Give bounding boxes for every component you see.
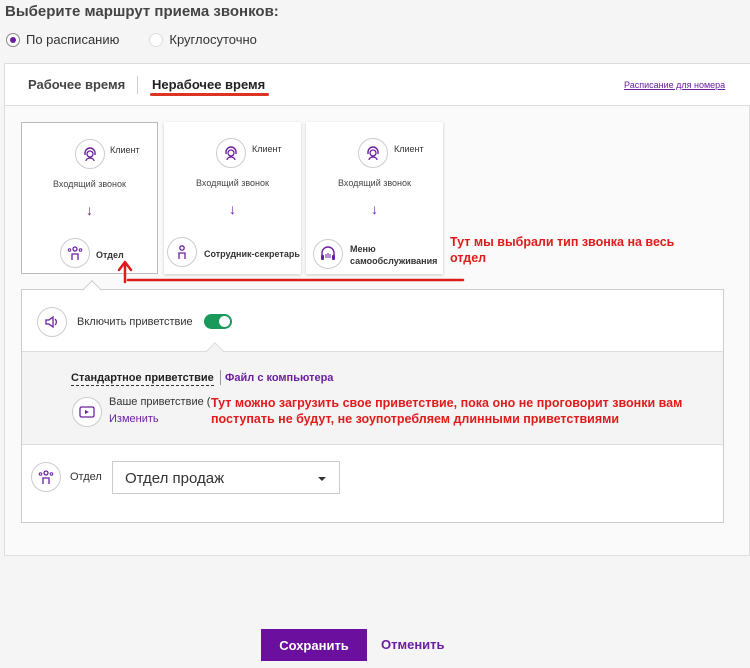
- annotation-note-1-line1: Тут мы выбрали тип звонка на весь: [450, 235, 675, 249]
- annotation-note-2-line2: поступать не будут, не зоупотребляем дли…: [211, 412, 620, 426]
- annotation-note-2-line1: Тут можно загрузить свое приветствие, по…: [211, 396, 683, 410]
- annotation-note-1-line2: отдел: [450, 251, 487, 265]
- annotation-arrow: [117, 260, 465, 284]
